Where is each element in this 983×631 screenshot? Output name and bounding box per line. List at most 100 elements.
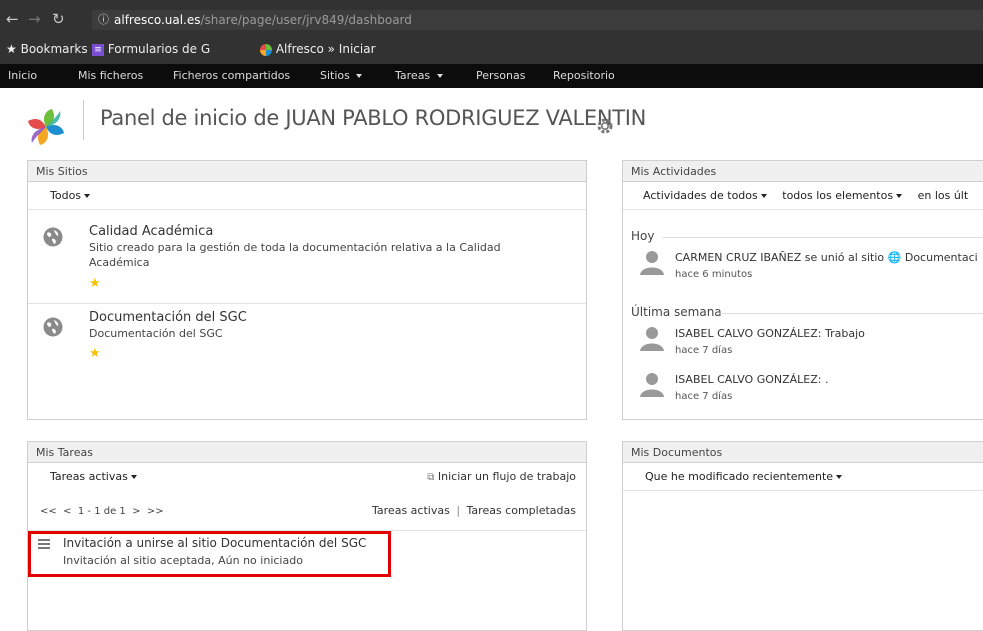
start-workflow-label: Iniciar un flujo de trabajo [437, 470, 576, 483]
chevron-down-icon [84, 194, 91, 198]
chevron-down-icon [436, 74, 443, 78]
bookmark-label: Formularios de G [107, 42, 211, 56]
site-title-link[interactable]: Documentación del SGC [89, 310, 247, 325]
sites-filter[interactable]: Todos [28, 182, 586, 210]
bookmarks-item[interactable]: ★ Bookmarks [6, 38, 88, 60]
star-icon[interactable]: ★ [89, 346, 101, 361]
bookmark-alfresco[interactable]: Alfresco » Iniciar [260, 38, 376, 60]
pager-next[interactable]: > [132, 506, 140, 517]
tasks-filter-dropdown[interactable]: Tareas activas [50, 470, 137, 483]
filter-what-dropdown[interactable]: todos los elementos [782, 189, 903, 202]
nav-mis-ficheros[interactable]: Mis ficheros [78, 64, 143, 88]
nav-repositorio[interactable]: Repositorio [553, 64, 615, 88]
address-bar[interactable]: ⓘ alfresco.ual.es/share/page/user/jrv849… [92, 10, 983, 30]
url-path: /share/page/user/jrv849/dashboard [200, 13, 412, 27]
url-host: alfresco.ual.es [114, 13, 201, 27]
app-nav: Inicio Mis ficheros Ficheros compartidos… [0, 64, 983, 88]
dashlet-title: Mis Actividades [623, 161, 983, 182]
activity-text: ISABEL CALVO GONZÁLEZ: . [675, 373, 829, 386]
chevron-down-icon [130, 475, 137, 479]
pager-info: 1 - 1 de 1 [77, 506, 126, 517]
avatar [640, 327, 664, 351]
nav-inicio[interactable]: Inicio [8, 64, 37, 88]
activity-text: ISABEL CALVO GONZÁLEZ: Trabajo [675, 327, 865, 340]
dashlet-mis-documentos: Mis Documentos Que he modificado recient… [622, 441, 983, 631]
list-item: Calidad Académica Sitio creado para la g… [28, 214, 586, 304]
activity-site-link[interactable]: Documentaci [905, 251, 978, 264]
dashlet-title: Mis Sitios [28, 161, 586, 182]
chevron-down-icon [896, 194, 903, 198]
filter-label: Que he modificado recientemente [645, 470, 834, 483]
pager-prev[interactable]: < [63, 506, 71, 517]
filter-label: todos los elementos [782, 189, 894, 202]
star-icon[interactable]: ★ [89, 276, 101, 291]
bookmark-label: Bookmarks [20, 42, 88, 56]
back-icon[interactable]: ← [6, 10, 19, 28]
page-title: Panel de inicio de JUAN PABLO RODRIGUEZ … [100, 106, 647, 130]
filter-label: Actividades de todos [643, 189, 758, 202]
info-icon[interactable]: ⓘ [98, 10, 109, 30]
workflow-icon: ⧉ [427, 472, 435, 483]
globe-icon: 🌐 [887, 251, 902, 264]
reload-icon[interactable]: ↻ [52, 10, 65, 28]
pagination: << < 1 - 1 de 1 > >> [40, 506, 164, 517]
filter-label: Todos [50, 189, 82, 202]
filter-when-dropdown[interactable]: en los últ [918, 189, 969, 202]
activities-toolbar: Actividades de todos todos los elementos… [623, 182, 983, 210]
forward-icon[interactable]: → [28, 10, 41, 28]
activity-text-main: CARMEN CRUZ IBAÑEZ se unió al sitio [675, 251, 888, 264]
section-divider [663, 237, 983, 238]
site-title-link[interactable]: Calidad Académica [89, 224, 213, 239]
chevron-down-icon [760, 194, 767, 198]
activity-time: hace 6 minutos [675, 269, 753, 280]
highlight-box [28, 531, 391, 577]
task-tabs: Tareas activas | Tareas completadas [372, 504, 576, 517]
site-description: Sitio creado para la gestión de toda la … [89, 241, 501, 269]
site-description: Documentación del SGC [89, 327, 223, 340]
nav-sitios[interactable]: Sitios [320, 64, 363, 88]
dashlet-mis-sitios: Mis Sitios Todos Calidad Académica Sitio… [27, 160, 587, 420]
alfresco-icon [260, 43, 272, 56]
avatar [640, 251, 664, 275]
nav-personas[interactable]: Personas [476, 64, 525, 88]
chevron-down-icon [356, 74, 363, 78]
tasks-toolbar: Tareas activas ⧉ Iniciar un flujo de tra… [28, 463, 586, 491]
start-workflow-link[interactable]: ⧉ Iniciar un flujo de trabajo [427, 463, 576, 492]
filter-label: Tareas activas [50, 470, 128, 483]
avatar [640, 373, 664, 397]
section-label-last-week: Última semana [631, 305, 722, 319]
bookmarks-bar: ★ Bookmarks ≡ Formularios de G Alfresco … [0, 38, 983, 60]
chevron-down-icon [836, 475, 843, 479]
dashlet-title: Mis Tareas [28, 442, 586, 463]
pager-first[interactable]: << [40, 506, 57, 517]
alfresco-logo [28, 109, 64, 145]
tab-separator: | [456, 504, 461, 517]
nav-label: Sitios [320, 69, 350, 82]
dashlet-title: Mis Documentos [623, 442, 983, 463]
globe-icon [43, 317, 63, 337]
tab-completed-tasks[interactable]: Tareas completadas [467, 504, 576, 517]
activity-text: CARMEN CRUZ IBAÑEZ se unió al sitio 🌐 Do… [675, 251, 978, 264]
bookmark-label: Alfresco » Iniciar [275, 42, 376, 56]
list-item: Documentación del SGC Documentación del … [28, 304, 586, 374]
star-icon: ★ [6, 42, 17, 56]
nav-tareas[interactable]: Tareas [395, 64, 443, 88]
gear-icon[interactable] [596, 117, 614, 135]
title-divider [83, 100, 84, 140]
section-label-today: Hoy [631, 229, 655, 243]
section-divider [719, 313, 983, 314]
activity-time: hace 7 días [675, 391, 733, 402]
nav-ficheros-compartidos[interactable]: Ficheros compartidos [173, 64, 290, 88]
documents-filter[interactable]: Que he modificado recientemente [623, 463, 983, 491]
forms-icon: ≡ [92, 43, 104, 56]
pager-last[interactable]: >> [147, 506, 164, 517]
filter-who-dropdown[interactable]: Actividades de todos [643, 189, 767, 202]
globe-icon [43, 227, 63, 247]
dashlet-mis-actividades: Mis Actividades Actividades de todos tod… [622, 160, 983, 420]
tab-active-tasks[interactable]: Tareas activas [372, 504, 450, 517]
activity-time: hace 7 días [675, 345, 733, 356]
url-row: ← → ↻ ⓘ alfresco.ual.es/share/page/user/… [0, 8, 983, 32]
browser-chrome: ← → ↻ ⓘ alfresco.ual.es/share/page/user/… [0, 0, 983, 64]
bookmark-formularios[interactable]: ≡ Formularios de G [92, 38, 210, 60]
nav-label: Tareas [395, 69, 431, 82]
